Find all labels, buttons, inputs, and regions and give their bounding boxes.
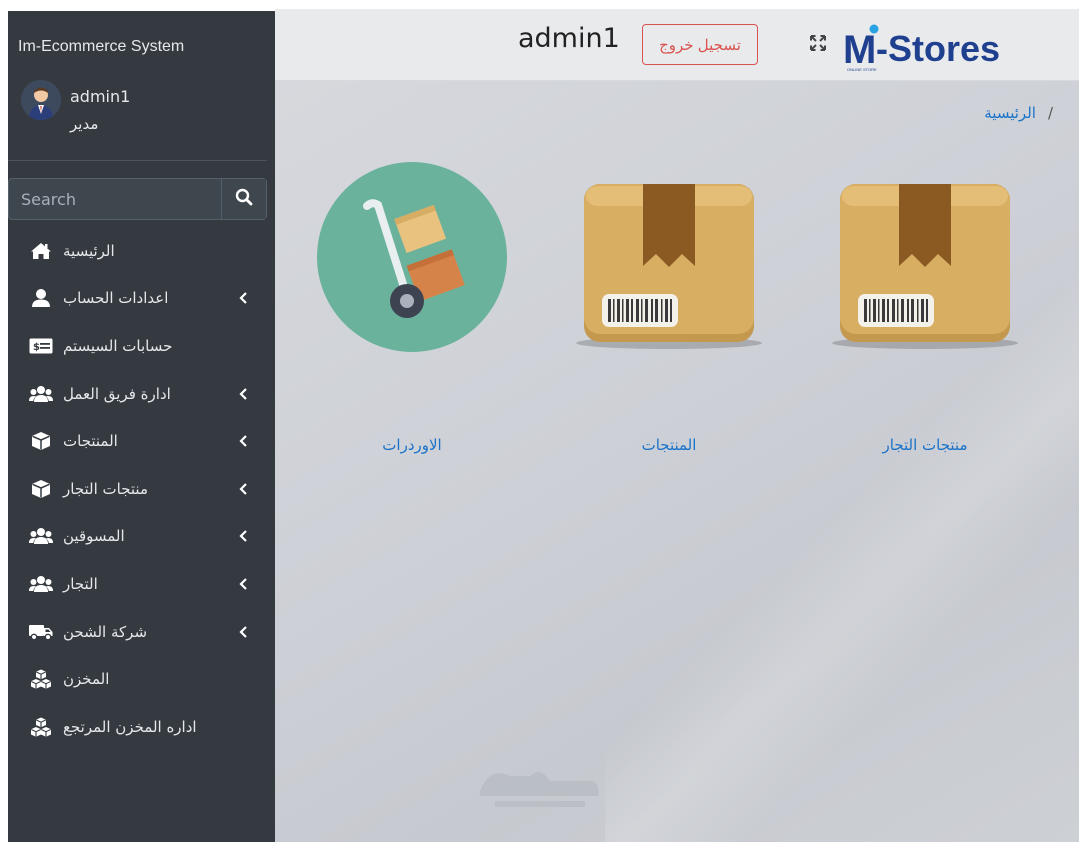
- sidebar-item-label: اداره المخزن المرتجع: [63, 717, 197, 736]
- logout-button[interactable]: تسجيل خروج: [642, 24, 758, 65]
- sidebar-item-returns-warehouse[interactable]: اداره المخزن المرتجع: [8, 703, 275, 751]
- chevron-left-icon: [238, 529, 248, 543]
- sidebar-divider: [8, 160, 267, 161]
- sidebar: Im-Ecommerce System admin1 مدير الرئيسية: [8, 11, 275, 842]
- sidebar-item-merchant-products[interactable]: منتجات التجار: [8, 465, 275, 513]
- sidebar-item-label: منتجات التجار: [63, 479, 148, 498]
- logo-tagline: ONLINE STORE: [847, 67, 877, 72]
- breadcrumb-separator: /: [1047, 104, 1053, 122]
- avatar[interactable]: [21, 80, 61, 120]
- chevron-left-icon: [238, 291, 248, 305]
- chevron-left-icon: [238, 482, 248, 496]
- topbar-admin-name: admin1: [518, 23, 620, 54]
- chevron-left-icon: [238, 625, 248, 639]
- sidebar-item-label: ادارة فريق العمل: [63, 384, 171, 403]
- svg-text:$: $: [33, 342, 40, 353]
- fullscreen-icon[interactable]: [809, 34, 827, 52]
- sidebar-item-shipping-company[interactable]: شركة الشحن: [8, 608, 275, 656]
- sidebar-item-products[interactable]: المنتجات: [8, 417, 275, 465]
- sidebar-item-label: المسوقين: [63, 527, 125, 546]
- users-icon: [28, 573, 54, 595]
- sidebar-item-label: التجار: [63, 574, 98, 593]
- users-icon: [28, 383, 54, 405]
- logo-letter: M: [843, 28, 876, 72]
- tile-products[interactable]: المنتجات: [569, 166, 769, 466]
- sidebar-item-label: اعدادات الحساب: [63, 289, 169, 308]
- sidebar-item-label: شركة الشحن: [63, 622, 148, 641]
- sidebar-item-marketers[interactable]: المسوقين: [8, 513, 275, 561]
- sidebar-item-label: الرئيسية: [63, 241, 115, 260]
- watermark-logo: [470, 756, 610, 816]
- sidebar-item-label: المنتجات: [63, 432, 118, 451]
- sidebar-item-team[interactable]: ادارة فريق العمل: [8, 370, 275, 418]
- topbar: admin1 تسجيل خروج M -Stores ONLINE STORE: [275, 9, 1079, 81]
- package-box-icon: [825, 166, 1025, 366]
- package-box-icon: [569, 166, 769, 366]
- user-icon: [28, 287, 54, 309]
- search-button[interactable]: [221, 179, 266, 219]
- tile-label[interactable]: منتجات التجار: [825, 436, 1025, 454]
- chevron-left-icon: [238, 387, 248, 401]
- sidebar-item-merchants[interactable]: التجار: [8, 560, 275, 608]
- user-role: مدير: [70, 115, 99, 133]
- search-input[interactable]: [9, 179, 221, 219]
- chevron-left-icon: [238, 577, 248, 591]
- breadcrumb-home[interactable]: الرئيسية: [984, 104, 1036, 122]
- tile-orders[interactable]: الاوردرات: [312, 161, 512, 461]
- sidebar-item-label: المخزن: [63, 670, 110, 689]
- user-name[interactable]: admin1: [70, 87, 130, 106]
- logo[interactable]: M -Stores ONLINE STORE: [843, 19, 1003, 74]
- sidebar-item-system-accounts[interactable]: $ حسابات السيستم: [8, 322, 275, 370]
- sidebar-item-warehouse[interactable]: المخزن: [8, 655, 275, 703]
- tile-label[interactable]: الاوردرات: [312, 436, 512, 454]
- money-bill-icon: $: [28, 335, 54, 357]
- search-icon: [235, 188, 253, 210]
- sidebar-item-account-settings[interactable]: اعدادات الحساب: [8, 275, 275, 323]
- box-icon: [28, 478, 54, 500]
- main-content: / الرئيسية منتجات التجار المنتجات الاورد…: [275, 81, 1079, 842]
- box-icon: [28, 430, 54, 452]
- boxes-icon: [28, 716, 54, 738]
- sidebar-nav: الرئيسية اعدادات الحساب $ حسابات السيستم…: [8, 227, 275, 751]
- sidebar-item-home[interactable]: الرئيسية: [8, 227, 275, 275]
- sidebar-item-label: حسابات السيستم: [63, 336, 173, 355]
- sidebar-search: [8, 178, 267, 220]
- boxes-icon: [28, 668, 54, 690]
- logo-text: -Stores: [876, 28, 1000, 69]
- brand-title[interactable]: Im-Ecommerce System: [18, 38, 184, 56]
- tile-label[interactable]: المنتجات: [569, 436, 769, 454]
- tile-merchant-products[interactable]: منتجات التجار: [825, 166, 1025, 466]
- hand-truck-icon: [312, 161, 512, 361]
- chevron-left-icon: [238, 434, 248, 448]
- home-icon: [28, 240, 54, 262]
- breadcrumb: / الرئيسية: [984, 104, 1053, 122]
- users-icon: [28, 525, 54, 547]
- truck-icon: [28, 621, 54, 643]
